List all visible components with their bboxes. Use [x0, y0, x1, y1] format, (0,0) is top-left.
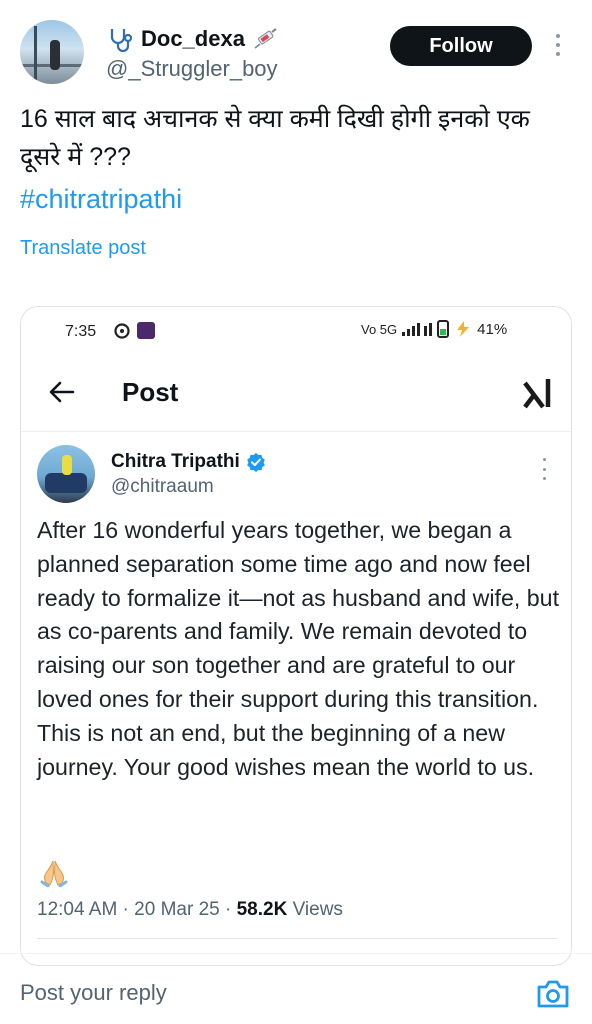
chitra-avatar[interactable]	[37, 445, 95, 503]
post-page-title: Post	[122, 377, 179, 407]
more-options-icon[interactable]	[550, 30, 566, 60]
chitra-tweet-text: After 16 wonderful years together, we be…	[37, 517, 560, 780]
status-bar: 7:35 Vo 5G 41%	[21, 307, 571, 353]
verified-badge-icon	[246, 453, 265, 472]
chitra-name-row[interactable]: Chitra Tripathi	[111, 451, 266, 473]
more-options-icon[interactable]	[540, 458, 548, 480]
camera-icon[interactable]	[536, 978, 570, 1010]
reply-input[interactable]	[20, 980, 500, 1006]
views-count: 58.2K	[236, 899, 288, 920]
author-avatar[interactable]	[20, 20, 84, 84]
post-text: 16 साल बाद अचानक से क्या कमी दिखी होगी इ…	[20, 105, 530, 171]
status-indicators: Vo 5G 41%	[361, 320, 507, 338]
network-label: Vo 5G	[361, 321, 398, 337]
translate-post-link[interactable]: Translate post	[20, 237, 146, 260]
syringe-icon	[254, 28, 277, 49]
post-meta: 12:04 AM · 20 Mar 25 · 58.2K Views	[37, 899, 343, 921]
author-name-row[interactable]: Doc_dexa	[106, 26, 280, 52]
card-bottom-divider	[37, 938, 557, 939]
stethoscope-icon	[110, 29, 133, 52]
chitra-name[interactable]: Chitra Tripathi	[111, 451, 240, 473]
battery-icon	[437, 320, 450, 338]
follow-button[interactable]: Follow	[390, 26, 532, 66]
charging-icon	[457, 321, 470, 337]
arrow-left-icon[interactable]	[47, 377, 77, 407]
embedded-screenshot[interactable]: 7:35 Vo 5G 41% Post Chitra Tripathi @chi…	[20, 306, 572, 966]
views-label: Views	[287, 899, 343, 920]
status-time: 7:35	[65, 323, 97, 340]
post-timestamp: 12:04 AM · 20 Mar 25 ·	[37, 899, 237, 920]
folded-hands-icon	[40, 860, 68, 887]
author-handle[interactable]: @_Struggler_boy	[106, 56, 278, 82]
xai-logo	[523, 379, 551, 409]
battery-percent: 41%	[477, 320, 508, 338]
hashtag-link[interactable]: #chitratripathi	[20, 184, 182, 215]
reply-divider	[0, 953, 592, 954]
chitra-handle[interactable]: @chitraaum	[111, 476, 214, 498]
signal-icon	[402, 323, 433, 336]
app-notification-icon	[137, 322, 155, 339]
header-divider	[21, 431, 571, 432]
threads-icon	[114, 323, 130, 339]
author-name[interactable]: Doc_dexa	[141, 26, 245, 52]
